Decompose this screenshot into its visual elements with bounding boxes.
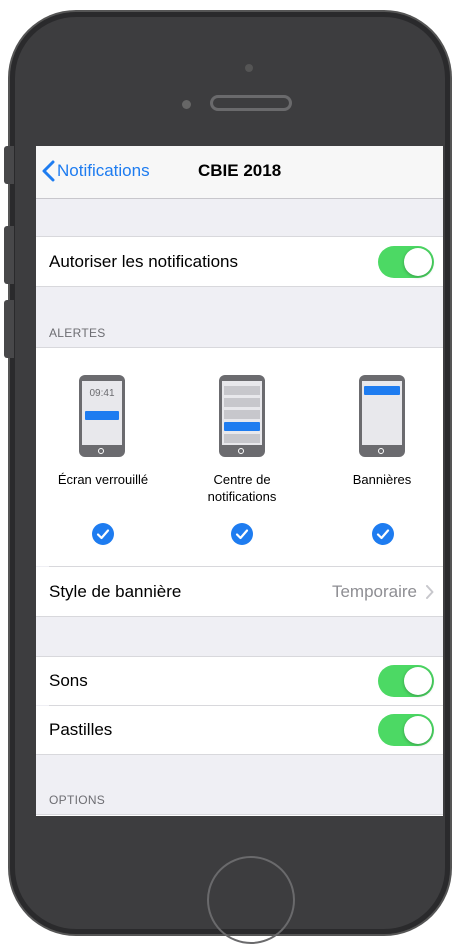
banner-style-row[interactable]: Style de bannière Temporaire (36, 567, 443, 616)
sounds-toggle[interactable] (378, 665, 434, 697)
notification-center-checkbox[interactable] (231, 523, 253, 545)
mini-home-dot (238, 448, 244, 454)
volume-up-button (4, 226, 14, 284)
divider (36, 616, 443, 617)
toggle-knob (404, 716, 432, 744)
divider (36, 754, 443, 755)
sounds-row: Sons (36, 657, 443, 705)
front-camera (245, 64, 253, 72)
mute-switch (4, 146, 14, 184)
nc-row (224, 398, 260, 407)
navigation-bar: Notifications CBIE 2018 (36, 146, 443, 199)
notification-center-label-line2: notifications (207, 489, 277, 504)
alerts-section-header: ALERTES (49, 326, 106, 340)
banner-style-label: Style de bannière (49, 582, 182, 601)
mini-screen: 09:41 (82, 381, 122, 445)
volume-down-button (4, 300, 14, 358)
nc-row (224, 386, 260, 395)
phone-banner-icon[interactable] (359, 375, 405, 457)
sounds-label: Sons (49, 671, 88, 690)
nc-row-highlight (224, 422, 260, 431)
options-row-partial (36, 815, 443, 816)
divider (36, 286, 443, 287)
page-title: CBIE 2018 (198, 161, 282, 180)
alerts-panel: 09:41 Écran verrouillé Centre de notific… (36, 348, 443, 566)
allow-notifications-toggle[interactable] (378, 246, 434, 278)
banner-bar (364, 386, 400, 395)
nc-row (224, 410, 260, 419)
settings-screen: Notifications CBIE 2018 Autoriser les no… (36, 146, 443, 816)
toggle-knob (404, 248, 432, 276)
home-button[interactable] (207, 856, 295, 944)
lock-time: 09:41 (89, 388, 115, 399)
badges-label: Pastilles (49, 720, 113, 739)
toggle-knob (404, 667, 432, 695)
nc-row (224, 434, 260, 443)
lock-notification-bar (85, 411, 119, 420)
notification-center-label-line1: Centre de (213, 472, 271, 487)
mini-screen (362, 381, 402, 445)
checkmark-icon (376, 529, 390, 540)
notification-center-label: Centre de notifications (175, 471, 309, 505)
mini-screen (222, 381, 262, 445)
lock-screen-label: Écran verrouillé (57, 472, 149, 487)
badges-row: Pastilles (36, 706, 443, 754)
proximity-sensor (182, 100, 191, 109)
chevron-left-icon (42, 160, 55, 182)
options-section-header: OPTIONS (49, 793, 106, 807)
banners-label: Bannières (352, 472, 412, 487)
checkmark-icon (96, 529, 110, 540)
lock-screen-checkbox[interactable] (92, 523, 114, 545)
chevron-right-icon (426, 585, 434, 599)
banners-checkbox[interactable] (372, 523, 394, 545)
phone-notification-center-icon[interactable] (219, 375, 265, 457)
checkmark-icon (235, 529, 249, 540)
banner-style-value: Temporaire (331, 582, 417, 601)
mini-home-dot (378, 448, 384, 454)
phone-lock-icon[interactable]: 09:41 (79, 375, 125, 457)
allow-notifications-row: Autoriser les notifications (36, 237, 443, 286)
allow-notifications-label: Autoriser les notifications (49, 252, 238, 271)
mini-home-dot (98, 448, 104, 454)
back-button[interactable]: Notifications (42, 160, 150, 182)
back-label: Notifications (57, 161, 150, 180)
badges-toggle[interactable] (378, 714, 434, 746)
earpiece-speaker (210, 95, 292, 111)
